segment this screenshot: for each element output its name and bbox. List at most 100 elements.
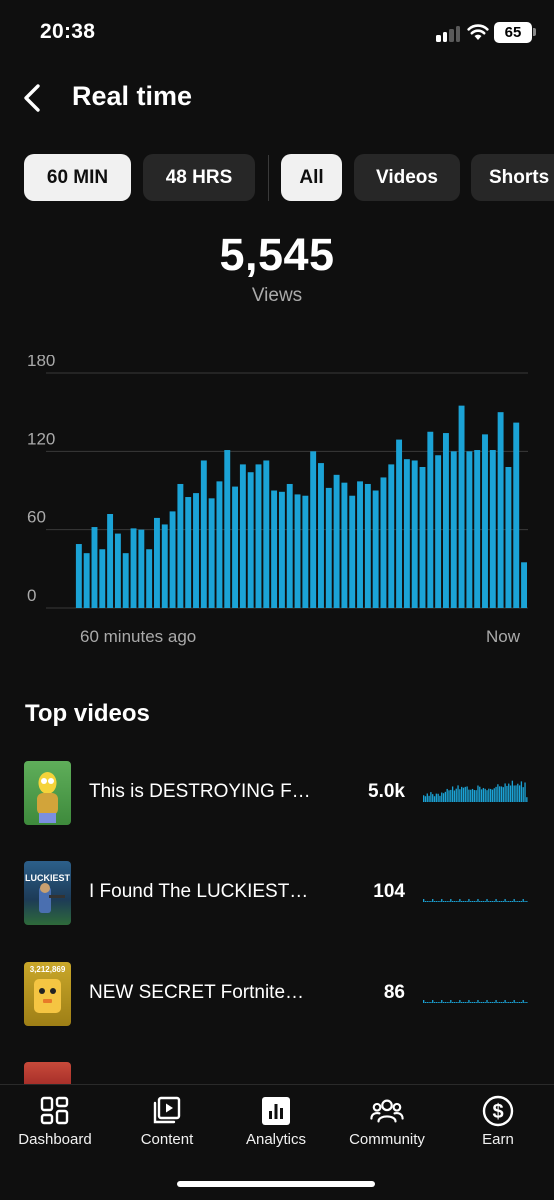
y-tick-label: 120 [27,429,55,448]
chip-videos[interactable]: Videos [354,154,460,201]
sparkline-bar [462,901,465,902]
chart-bar [154,517,160,608]
sparkline-bar [444,1002,447,1003]
sparkline-bar [448,1002,450,1003]
chip-48-hrs[interactable]: 48 HRS [143,154,255,201]
chart-bar [255,464,262,608]
video-thumbnail [24,761,71,825]
signal-icon [436,24,462,42]
chart-bar [435,455,442,608]
sparkline-bar [486,1000,488,1003]
sparkline-bar [493,1002,495,1003]
home-indicator [177,1181,375,1187]
sparkline-bar [466,1002,468,1003]
video-view-count: 86 [383,982,405,1003]
sparkline-bar [502,901,504,902]
nav-dashboard[interactable]: Dashboard [8,1085,102,1155]
sparkline-bar [448,901,450,902]
sparkline-bar [489,1002,492,1003]
sparkline-bar [526,1002,528,1003]
chip-all[interactable]: All [281,154,342,201]
sparkline-bar [426,901,428,902]
sparkline-bar [518,1002,521,1003]
chart-bar [278,491,285,608]
sparkline-bar [461,1002,463,1003]
video-title: This is DESTROYING F… [89,781,311,802]
chart-bar [349,495,356,608]
sparkline-bar [489,901,492,902]
sparkline-bar [451,1002,454,1003]
back-button[interactable] [14,78,50,118]
chart-bar [286,483,293,608]
sparkline-bar [518,901,521,902]
chip-60-min[interactable]: 60 MIN [24,154,131,201]
sparkline-bar [526,901,528,902]
sparkline-bar [502,1002,504,1003]
sparkline-bar [511,901,514,902]
sparkline-bar [506,785,508,802]
nav-analytics[interactable]: Analytics [229,1085,323,1155]
sparkline-bar [442,901,445,902]
sparkline-bar [499,1002,501,1003]
nav-community[interactable]: Community [337,1085,437,1155]
video-thumbnail[interactable] [24,1062,71,1084]
chart-bar [122,553,129,608]
sparkline-bar [511,780,514,802]
chart-bar [208,498,215,608]
sparkline-bar [493,788,495,802]
chart-bar [91,527,98,608]
top-videos-title: Top videos [25,700,150,727]
chart-bar [224,450,231,608]
sparkline-bar [497,901,499,902]
sparkline-bar [423,795,425,802]
sparkline-bar [504,899,506,902]
chart-bar [466,451,473,608]
sparkline-bar [524,901,526,902]
sparkline-bar [484,1002,486,1003]
sparkline-bar [479,1002,481,1003]
sparkline-bar [453,901,456,902]
sparkline-bar [442,793,445,802]
sparkline-bar [513,899,515,902]
chart-bar [200,460,207,608]
sparkline-bar [437,1002,439,1003]
sparkline-bar [520,781,523,802]
sparkline-bar [495,786,497,802]
x-axis-start-label: 60 minutes ago [80,627,197,646]
chip-shorts[interactable]: Shorts [471,154,554,201]
video-row[interactable]: LUCKIEST I Found The LUCKIEST… 104 [0,861,554,931]
sparkline-bar [522,899,524,902]
video-title: I Found The LUCKIEST… [89,881,309,902]
sparkline-bar [504,783,506,802]
video-row[interactable]: This is DESTROYING F… 5.0k [0,761,554,831]
svg-text:LUCKIEST: LUCKIEST [25,873,71,883]
nav-content[interactable]: Content [120,1085,214,1155]
sparkline-bar [441,792,443,802]
video-row[interactable]: 3,212,869 NEW SECRET Fortnite… 86 [0,962,554,1032]
status-time: 20:38 [40,20,96,43]
x-axis-end-label: Now [486,627,521,646]
sparkline-bar [495,899,497,902]
nav-label: Analytics [245,1131,307,1148]
sparkline-bar [509,901,512,902]
sparkline-bar [451,901,454,902]
chart-bar [325,487,332,608]
nav-earn[interactable]: $ Earn [451,1085,545,1155]
sparkline-bar [470,1002,472,1003]
sparkline-bar [513,785,515,802]
sparkline-bar [473,1002,475,1003]
sparkline-bar [500,1002,503,1003]
chart-bar [427,431,434,608]
sparkline-bar [471,1002,474,1003]
sparkline-bar [432,794,434,802]
chart-bar [169,511,176,608]
sparkline-bar [430,792,432,802]
total-views-label: Views [251,285,303,306]
sparkline-bar [484,788,486,802]
sparkline-bar [424,1002,427,1003]
sparkline-bar [497,784,499,802]
sparkline-bar [497,1002,499,1003]
y-tick-label: 180 [27,355,55,370]
chart-bar [310,451,317,608]
chart-bar [318,463,324,608]
